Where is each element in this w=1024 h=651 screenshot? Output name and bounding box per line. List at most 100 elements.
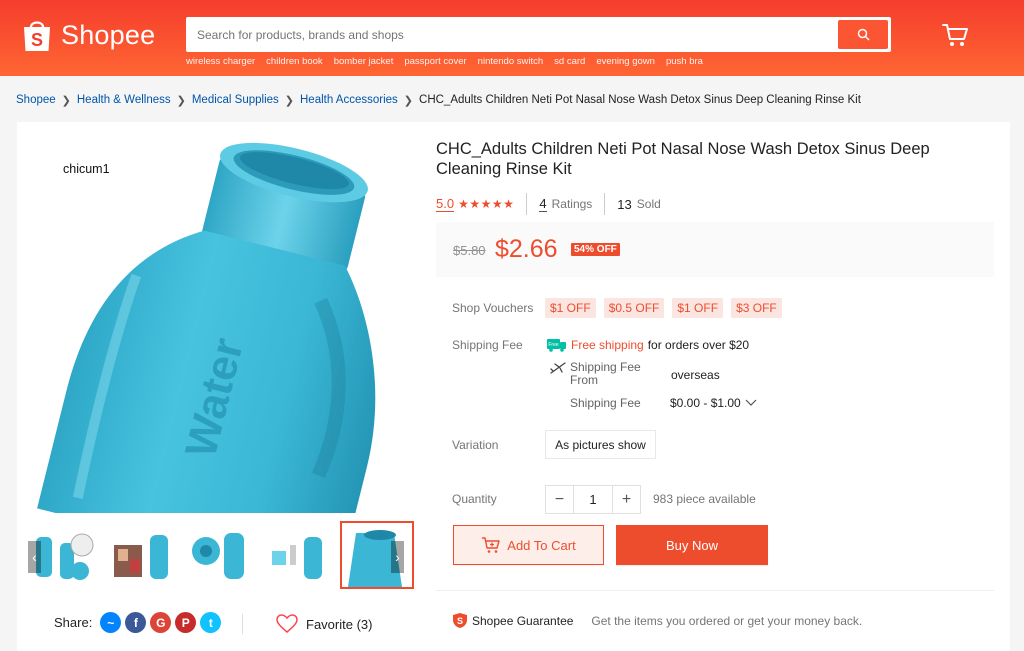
top-header: S Shopee wireless charger children book …: [0, 0, 1024, 76]
variation-label: Variation: [452, 438, 499, 452]
quantity-available: 983 piece available: [653, 492, 756, 506]
search-hint[interactable]: nintendo switch: [478, 56, 543, 67]
breadcrumb: Shopee ❯ Health & Wellness ❯ Medical Sup…: [16, 92, 861, 108]
rating-row: 5.0 ★★★★★ 4 Ratings 13 Sold: [436, 193, 661, 215]
thumbnail-3[interactable]: [184, 521, 258, 589]
sold-count: 13: [617, 196, 632, 212]
shopee-bag-icon: S: [22, 18, 52, 52]
free-badge-text: Free: [548, 342, 559, 348]
shipping-fee-value: $0.00 - $1.00: [670, 396, 741, 410]
search-input[interactable]: [186, 17, 836, 52]
favorite-label: Favorite (3): [306, 616, 373, 632]
chevron-right-icon: ❯: [284, 94, 294, 107]
image-watermark: chicum1: [63, 162, 110, 176]
guarantee-description: Get the items you ordered or get your mo…: [591, 613, 863, 628]
search-button[interactable]: [838, 20, 888, 49]
discount-badge: 54% OFF: [571, 243, 620, 256]
shipping-label: Shipping Fee: [452, 338, 523, 352]
search-icon: [857, 28, 870, 41]
guarantee-row: S Shopee Guarantee Get the items you ord…: [452, 612, 862, 629]
shipping-from-row: Shipping Fee From overseas: [550, 360, 720, 387]
breadcrumb-item[interactable]: Health & Wellness: [77, 94, 171, 106]
voucher-tag[interactable]: $3 OFF: [731, 298, 782, 318]
section-divider: [436, 590, 994, 591]
plane-icon: [550, 362, 566, 374]
share-label: Share:: [54, 615, 93, 630]
chevron-right-icon: ❯: [61, 94, 71, 107]
rating-divider: [526, 193, 528, 215]
breadcrumb-item[interactable]: Shopee: [16, 94, 56, 106]
logo-text: Shopee: [61, 19, 156, 50]
facebook-icon[interactable]: f: [125, 612, 147, 633]
voucher-tag[interactable]: $1 OFF: [545, 298, 596, 318]
favorite-button[interactable]: Favorite (3): [276, 614, 372, 634]
breadcrumb-current: CHC_Adults Children Neti Pot Nasal Nose …: [419, 94, 861, 106]
svg-text:S: S: [457, 616, 463, 626]
share-bar: Share: ~ f G P t: [54, 612, 222, 633]
sold-label: Sold: [636, 197, 661, 211]
search-hint[interactable]: push bra: [666, 56, 703, 67]
shipping-from-value: overseas: [671, 368, 720, 382]
thumbnail-2[interactable]: [106, 521, 180, 589]
chevron-right-icon: ❯: [403, 94, 414, 107]
pinterest-icon[interactable]: P: [175, 612, 197, 633]
search-hint[interactable]: wireless charger: [186, 56, 255, 67]
shopee-logo[interactable]: S Shopee: [22, 15, 162, 55]
search-hint[interactable]: sd card: [554, 56, 585, 67]
variation-option[interactable]: As pictures show: [545, 430, 656, 459]
add-to-cart-label: Add To Cart: [507, 537, 576, 553]
heart-icon: [276, 614, 298, 633]
voucher-tag[interactable]: $0.5 OFF: [603, 298, 665, 318]
add-cart-icon: [482, 537, 500, 553]
vouchers-label: Shop Vouchers: [452, 301, 534, 315]
quantity-input[interactable]: [574, 485, 612, 514]
thumbnail-strip: [28, 521, 414, 589]
svg-text:S: S: [31, 30, 43, 50]
free-shipping-condition: for orders over $20: [647, 338, 750, 352]
search-hint[interactable]: passport cover: [404, 56, 466, 67]
ratings-count[interactable]: 4: [539, 196, 547, 212]
quantity-label: Quantity: [452, 492, 497, 506]
guarantee-title: Shopee Guarantee: [472, 613, 574, 628]
share-divider: [242, 614, 243, 634]
search-hint[interactable]: bomber jacket: [334, 56, 394, 67]
free-shipping-text: Free shipping: [571, 338, 644, 352]
thumbnail-next-arrow[interactable]: ›: [391, 541, 404, 573]
shipping-fee-label: Shipping Fee: [570, 396, 641, 410]
free-shipping-icon: Free: [547, 339, 566, 352]
rating-value[interactable]: 5.0: [436, 196, 455, 212]
quantity-decrease-button[interactable]: −: [545, 485, 574, 514]
free-shipping-row: Free Free shipping for orders over $20: [547, 338, 749, 352]
breadcrumb-item[interactable]: Health Accessories: [300, 94, 398, 106]
shipping-fee-dropdown[interactable]: $0.00 - $1.00: [670, 396, 757, 410]
thumbnail-prev-arrow[interactable]: ‹: [28, 541, 41, 573]
ratings-label: Ratings: [551, 197, 593, 211]
search-bar: [186, 17, 891, 52]
buy-now-button[interactable]: Buy Now: [616, 525, 768, 565]
thumbnail-4[interactable]: [262, 521, 336, 589]
product-title: CHC_Adults Children Neti Pot Nasal Nose …: [436, 140, 930, 178]
twitter-icon[interactable]: t: [200, 612, 222, 633]
voucher-tag[interactable]: $1 OFF: [672, 298, 724, 318]
shield-icon: S: [453, 613, 467, 628]
current-price: $2.66: [495, 235, 558, 263]
search-hint[interactable]: evening gown: [596, 56, 655, 67]
rating-divider: [604, 193, 606, 215]
product-main-image[interactable]: Water: [31, 130, 408, 513]
shipping-from-label: Shipping Fee From: [570, 360, 641, 387]
rating-stars-icon: ★★★★★: [458, 197, 515, 211]
cart-icon[interactable]: [941, 22, 969, 48]
search-hints: wireless charger children book bomber ja…: [186, 56, 703, 67]
breadcrumb-item[interactable]: Medical Supplies: [192, 94, 279, 106]
quantity-stepper: − +: [545, 485, 641, 514]
bottle-image: Water: [37, 142, 376, 513]
google-plus-icon[interactable]: G: [150, 612, 172, 633]
add-to-cart-button[interactable]: Add To Cart: [453, 525, 604, 565]
original-price: $5.80: [453, 243, 486, 258]
quantity-increase-button[interactable]: +: [612, 485, 641, 514]
search-hint[interactable]: children book: [266, 56, 323, 67]
price-box: $5.80 $2.66 54% OFF: [436, 222, 994, 277]
messenger-icon[interactable]: ~: [100, 612, 122, 633]
chevron-down-icon: [745, 399, 757, 406]
chevron-right-icon: ❯: [176, 94, 186, 107]
